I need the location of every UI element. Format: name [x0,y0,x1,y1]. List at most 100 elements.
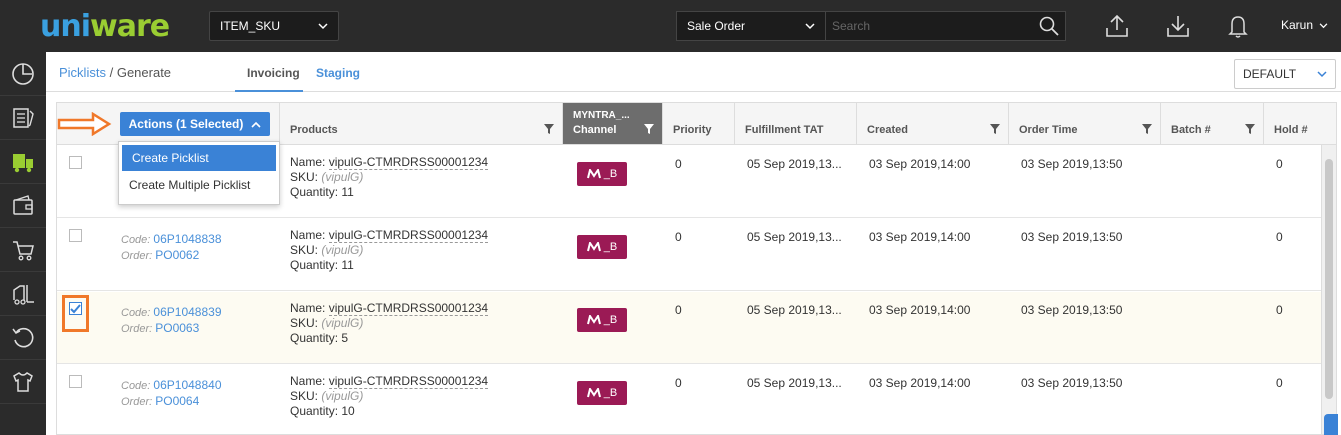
pie-chart-icon [12,62,34,85]
tshirt-icon [13,371,33,392]
checkmark-icon [70,304,81,314]
channel-badge: _B [577,381,627,405]
cart-icon [13,240,34,260]
hold-value: 0 [1276,303,1283,317]
sidebar-item-orders[interactable] [0,96,46,140]
sidebar-item-products[interactable] [0,360,46,404]
header-products[interactable]: Products [280,103,563,145]
product-info: Name: vipulG-CTMRDRSS00001234 SKU: (vipu… [290,228,489,272]
header-created[interactable]: Created [857,103,1009,145]
header-batch[interactable]: Batch # [1161,103,1264,145]
filter-icon[interactable] [1245,124,1255,134]
channel-badge: _B [577,308,627,332]
created-value: 03 Sep 2019,14:00 [869,157,971,171]
menu-item-create-picklist[interactable]: Create Picklist [122,145,276,171]
filter-icon[interactable] [990,124,1000,134]
search-type-value: Sale Order [687,19,746,33]
chevron-up-icon [251,121,261,128]
priority-value: 0 [675,230,682,244]
sidebar-item-returns[interactable] [0,316,46,360]
filter-icon[interactable] [544,124,554,134]
filter-icon[interactable] [644,124,654,134]
upload-icon[interactable] [1103,12,1131,40]
tab-invoicing[interactable]: Invoicing [247,66,300,80]
sidebar-item-wallet[interactable] [0,184,46,228]
actions-dropdown-menu: Create Picklist Create Multiple Picklist [118,141,280,205]
sidebar-item-fulfillment[interactable] [0,140,46,184]
row-checkbox[interactable] [69,302,82,315]
row-checkbox[interactable] [69,229,82,242]
hold-value: 0 [1276,230,1283,244]
sidebar-item-cart[interactable] [0,228,46,272]
breadcrumb: Picklists / Generate [59,65,171,80]
bell-icon[interactable] [1224,12,1252,40]
product-info: Name: vipulG-CTMRDRSS00001234 SKU: (vipu… [290,155,489,199]
header-order-time[interactable]: Order Time [1009,103,1161,145]
product-info: Name: vipulG-CTMRDRSS00001234 SKU: (vipu… [290,301,489,345]
help-tab[interactable] [1324,414,1338,435]
arrow-right-icon [57,112,112,136]
header-hold[interactable]: Hold # [1264,103,1336,145]
user-menu[interactable]: Karun [1281,18,1328,32]
actions-button-label: Actions (1 Selected) [128,117,244,131]
order-link[interactable]: PO0063 [155,321,199,335]
table-row[interactable]: Code: 06P1048838 Order: PO0062 Name: vip… [57,219,1321,291]
created-value: 03 Sep 2019,14:00 [869,376,971,390]
wallet-icon [13,194,33,215]
truck-icon [13,153,33,172]
table-row[interactable]: Code: 06P1048840 Order: PO0064 Name: vip… [57,365,1321,434]
actions-button[interactable]: Actions (1 Selected) [120,112,270,136]
chevron-down-icon [1319,23,1328,29]
tat-value: 05 Sep 2019,13... [747,230,842,244]
unware-logo[interactable]: uniware [40,8,170,44]
filter-icon[interactable] [1142,124,1152,134]
item-sku-select[interactable]: ITEM_SKU [209,11,339,41]
document-edit-icon [13,107,34,128]
search-input[interactable] [826,11,1066,41]
view-select-value: DEFAULT [1243,67,1297,81]
row-checkbox[interactable] [69,375,82,388]
table-row-selected[interactable]: Code: 06P1048839 Order: PO0063 Name: vip… [57,292,1321,364]
created-value: 03 Sep 2019,14:00 [869,230,971,244]
header-channel[interactable]: MYNTRA_... Channel [563,103,663,145]
code-link[interactable]: 06P1048839 [153,305,221,319]
header-select-column: Actions (1 Selected) [57,103,280,145]
code-link[interactable]: 06P1048840 [153,378,221,392]
item-sku-select-value: ITEM_SKU [220,19,281,33]
sub-header: Picklists / Generate Invoicing Staging D… [46,52,1341,92]
tat-value: 05 Sep 2019,13... [747,157,842,171]
order-link[interactable]: PO0062 [155,248,199,262]
order-link[interactable]: PO0064 [155,394,199,408]
breadcrumb-separator: / [109,65,114,80]
view-select[interactable]: DEFAULT [1234,59,1336,89]
tab-staging[interactable]: Staging [316,66,360,80]
user-name: Karun [1281,18,1314,32]
search-type-select[interactable]: Sale Order [676,11,826,41]
channel-badge: _B [577,235,627,259]
top-bar: uniware ITEM_SKU Sale Order Karun [0,0,1341,52]
channel-badge: _B [577,162,627,186]
header-priority[interactable]: Priority [663,103,735,145]
created-value: 03 Sep 2019,14:00 [869,303,971,317]
row-checkbox[interactable] [69,156,82,169]
grid-scrollbar[interactable] [1321,145,1336,434]
breadcrumb-current: Generate [116,65,172,80]
scrollbar-thumb[interactable] [1325,159,1333,399]
hold-value: 0 [1276,157,1283,171]
order-time-value: 03 Sep 2019,13:50 [1021,376,1123,390]
tat-value: 05 Sep 2019,13... [747,376,842,390]
order-time-value: 03 Sep 2019,13:50 [1021,230,1123,244]
myntra-logo-icon [586,315,601,325]
breadcrumb-picklists-link[interactable]: Picklists [59,65,106,80]
download-icon[interactable] [1164,12,1192,40]
priority-value: 0 [675,303,682,317]
menu-item-create-multiple-picklist[interactable]: Create Multiple Picklist [119,171,279,199]
sidebar-item-forklift[interactable] [0,272,46,316]
search-icon[interactable] [1038,15,1060,37]
chevron-down-icon [1317,70,1327,77]
header-fulfillment-tat[interactable]: Fulfillment TAT [735,103,857,145]
code-link[interactable]: 06P1048838 [153,232,221,246]
order-time-value: 03 Sep 2019,13:50 [1021,303,1123,317]
order-time-value: 03 Sep 2019,13:50 [1021,157,1123,171]
sidebar-item-dashboard[interactable] [0,52,46,96]
